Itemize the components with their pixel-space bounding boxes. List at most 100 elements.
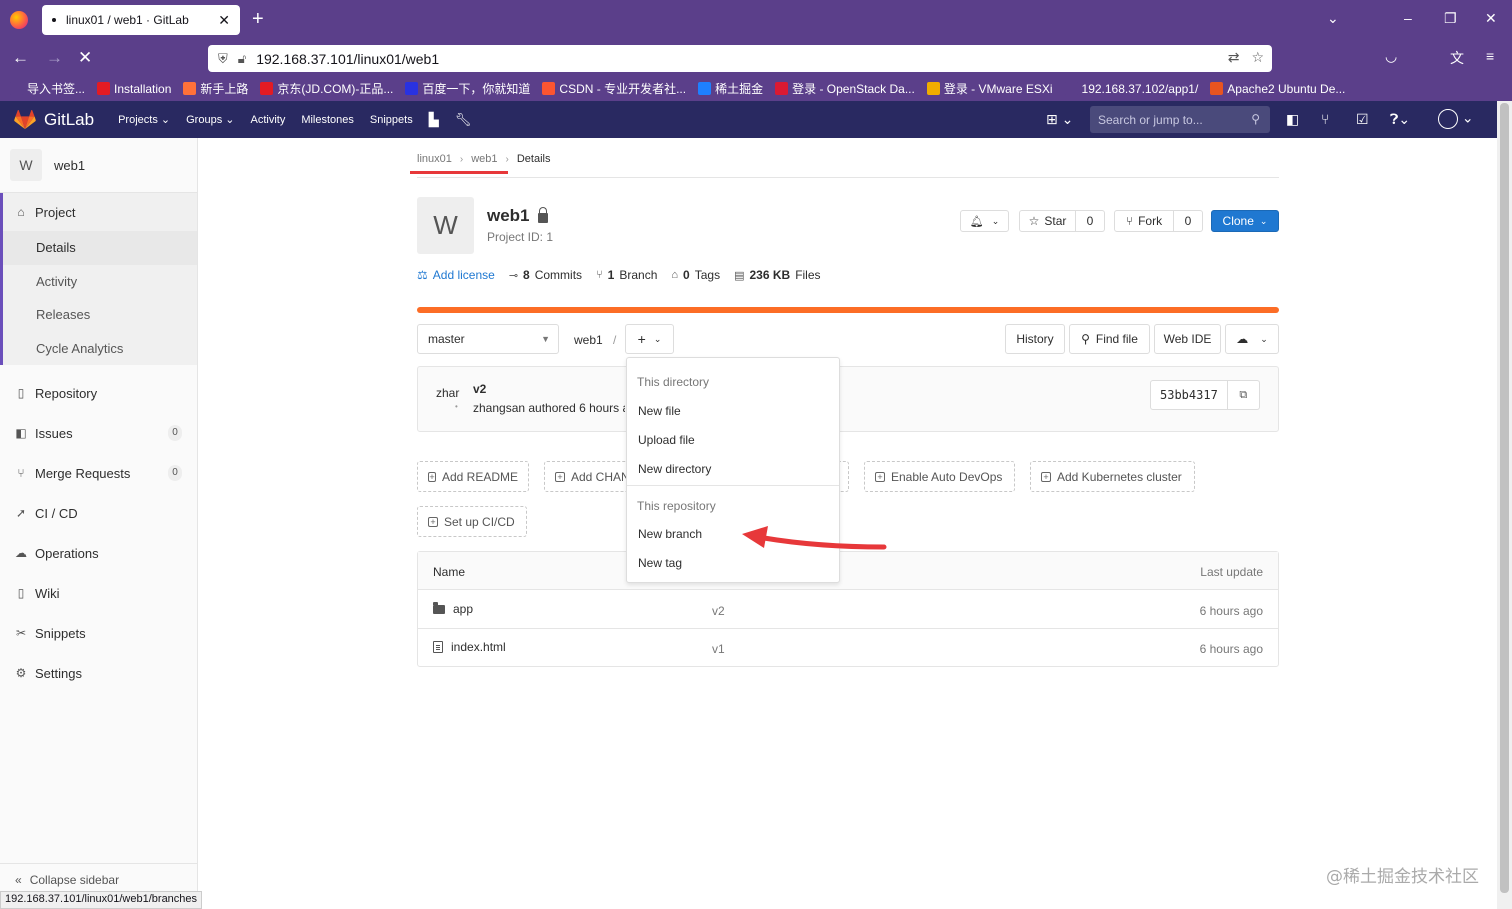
chart-icon[interactable]: ▙: [429, 112, 439, 128]
close-tab-icon[interactable]: ✕: [218, 12, 230, 29]
table-row[interactable]: app v2 6 hours ago: [418, 591, 1278, 629]
repo-path[interactable]: web1: [574, 333, 603, 347]
bookmark-item[interactable]: 导入书签...: [10, 80, 85, 97]
menu-item-new-directory[interactable]: New directory: [638, 462, 711, 476]
bookmark-item[interactable]: 192.168.37.102/app1/: [1064, 82, 1198, 96]
sidebar-item-operations[interactable]: ☁ Operations: [0, 533, 197, 573]
forward-arrow-icon[interactable]: →: [46, 48, 63, 68]
web-ide-button[interactable]: Web IDE: [1154, 324, 1221, 354]
bookmark-item[interactable]: 京东(JD.COM)-正品...: [260, 80, 393, 97]
tracking-shield-icon[interactable]: ⛨: [218, 51, 228, 67]
sidebar-item-issues[interactable]: ◧ Issues 0: [0, 413, 197, 453]
help-icon[interactable]: ❓︎⌄: [1390, 111, 1410, 128]
star-button[interactable]: ☆ Star: [1019, 210, 1076, 232]
new-tab-icon[interactable]: +: [252, 9, 264, 29]
history-button[interactable]: History: [1005, 324, 1065, 354]
clone-button[interactable]: Clone ⌄: [1211, 210, 1279, 232]
bookmark-star-icon[interactable]: ☆: [1251, 49, 1264, 66]
search-input[interactable]: Search or jump to... ⚲: [1090, 106, 1270, 133]
nav-milestones[interactable]: Milestones: [301, 114, 354, 126]
bookmark-item[interactable]: 新手上路: [183, 80, 248, 97]
bookmark-item[interactable]: 稀土掘金: [698, 80, 763, 97]
menu-item-new-branch[interactable]: New branch: [638, 527, 702, 541]
user-avatar-icon[interactable]: ⌄: [1438, 109, 1474, 129]
extension-translate-icon[interactable]: 文: [1450, 48, 1464, 68]
tab-list-chevron-icon[interactable]: ⌄: [1327, 10, 1339, 27]
sidebar-subitem-cycle-analytics[interactable]: Cycle Analytics: [0, 332, 197, 366]
commit-message[interactable]: v2: [712, 604, 725, 618]
url-text[interactable]: 192.168.37.101/linux01/web1: [256, 51, 439, 67]
branch-select[interactable]: master ▼: [417, 324, 559, 354]
gitlab-logo[interactable]: GitLab: [14, 109, 94, 130]
minimize-icon[interactable]: –: [1404, 10, 1412, 26]
todo-check-icon[interactable]: ☑: [1356, 111, 1369, 128]
page-scrollbar[interactable]: [1497, 101, 1512, 909]
stop-loading-icon[interactable]: ✕: [78, 48, 92, 68]
issues-icon[interactable]: ◧: [1286, 111, 1299, 128]
notification-bell-button[interactable]: 🔔︎ ⌄: [960, 210, 1009, 232]
scrollbar-thumb[interactable]: [1500, 103, 1509, 893]
bookmark-item[interactable]: 登录 - VMware ESXi: [926, 80, 1053, 97]
fork-button[interactable]: ⑂ Fork: [1114, 210, 1174, 232]
commit-title[interactable]: v2: [473, 382, 486, 396]
branch-stat[interactable]: ⑂ 1 Branch: [596, 268, 657, 282]
file-name[interactable]: index.html: [433, 640, 506, 654]
back-arrow-icon[interactable]: ←: [12, 48, 29, 68]
sidebar-subitem-details[interactable]: Details: [0, 231, 197, 265]
nav-activity[interactable]: Activity: [250, 114, 285, 126]
nav-snippets[interactable]: Snippets: [370, 114, 413, 126]
breadcrumb-current[interactable]: Details: [517, 153, 551, 165]
plus-square-icon[interactable]: ⊞ ⌄: [1046, 111, 1073, 128]
copy-icon[interactable]: ⧉: [1227, 380, 1260, 410]
commit-sha[interactable]: 53bb4317: [1150, 380, 1228, 410]
setup-ci-cd-button[interactable]: + Set up CI/CD: [417, 506, 527, 537]
tags-stat[interactable]: ⌂ 0 Tags: [671, 268, 720, 282]
insecure-lock-icon[interactable]: 🔓︎: [238, 51, 246, 67]
sidebar-subitem-releases[interactable]: Releases: [0, 298, 197, 332]
window-close-icon[interactable]: ✕: [1485, 10, 1497, 27]
url-bar[interactable]: ⛨ 🔓︎ 192.168.37.101/linux01/web1 ⇄ ☆: [208, 45, 1272, 72]
files-stat[interactable]: ▤ 236 KB Files: [734, 268, 820, 282]
bookmark-item[interactable]: CSDN - 专业开发者社...: [542, 80, 686, 97]
browser-tab[interactable]: linux01 / web1 · GitLab ✕: [42, 5, 240, 35]
menu-item-new-tag[interactable]: New tag: [638, 556, 682, 570]
bookmark-item[interactable]: Apache2 Ubuntu De...: [1210, 82, 1345, 96]
enable-auto-devops-button[interactable]: + Enable Auto DevOps: [864, 461, 1015, 492]
commits-stat[interactable]: ⊸ 8 Commits: [509, 268, 582, 282]
commit-author-avatar[interactable]: zhar: [436, 386, 459, 400]
bookmark-item[interactable]: Installation: [97, 82, 171, 96]
menu-hamburger-icon[interactable]: ≡: [1486, 48, 1494, 64]
fork-count[interactable]: 0: [1174, 210, 1203, 232]
translate-icon[interactable]: ⇄: [1228, 49, 1240, 66]
sidebar-item-settings[interactable]: ⚙ Settings: [0, 653, 197, 693]
sidebar-item-ci-cd[interactable]: ➚ CI / CD: [0, 493, 197, 533]
breadcrumb-project[interactable]: web1: [471, 153, 497, 165]
nav-projects[interactable]: Projects ⌄: [118, 113, 170, 126]
sidebar-item-snippets[interactable]: ✂ Snippets: [0, 613, 197, 653]
add-kubernetes-cluster-button[interactable]: + Add Kubernetes cluster: [1030, 461, 1195, 492]
download-button[interactable]: ☁ ⌄: [1225, 324, 1279, 354]
sidebar-subitem-activity[interactable]: Activity: [0, 265, 197, 299]
sidebar-item-wiki[interactable]: ▯ Wiki: [0, 573, 197, 613]
merge-request-icon[interactable]: ⑂: [1321, 111, 1329, 127]
restore-icon[interactable]: ❐: [1444, 10, 1457, 27]
bookmark-item[interactable]: 登录 - OpenStack Da...: [775, 80, 915, 97]
commit-message[interactable]: v1: [712, 642, 725, 656]
sidebar-item-project[interactable]: ⌂ Project: [0, 193, 197, 231]
sidebar-item-repository[interactable]: ▯ Repository: [0, 373, 197, 413]
star-count[interactable]: 0: [1076, 210, 1105, 232]
pocket-icon[interactable]: ◡: [1385, 48, 1397, 65]
wrench-icon[interactable]: 🔧︎: [455, 112, 472, 128]
menu-item-new-file[interactable]: New file: [638, 404, 681, 418]
table-row[interactable]: index.html v1 6 hours ago: [418, 629, 1278, 667]
add-license-link[interactable]: ⚖ Add license: [417, 268, 495, 282]
sidebar-item-merge-requests[interactable]: ⑂ Merge Requests 0: [0, 453, 197, 493]
nav-groups[interactable]: Groups ⌄: [186, 113, 234, 126]
add-to-tree-button[interactable]: + ⌄: [625, 324, 674, 354]
find-file-button[interactable]: ⚲ Find file: [1069, 324, 1150, 354]
file-name[interactable]: app: [433, 601, 473, 616]
breadcrumb-namespace[interactable]: linux01: [417, 153, 452, 165]
sidebar-project-header[interactable]: W web1: [0, 138, 197, 193]
add-readme-button[interactable]: + Add README: [417, 461, 529, 492]
bookmark-item[interactable]: 百度一下，你就知道: [405, 80, 530, 97]
